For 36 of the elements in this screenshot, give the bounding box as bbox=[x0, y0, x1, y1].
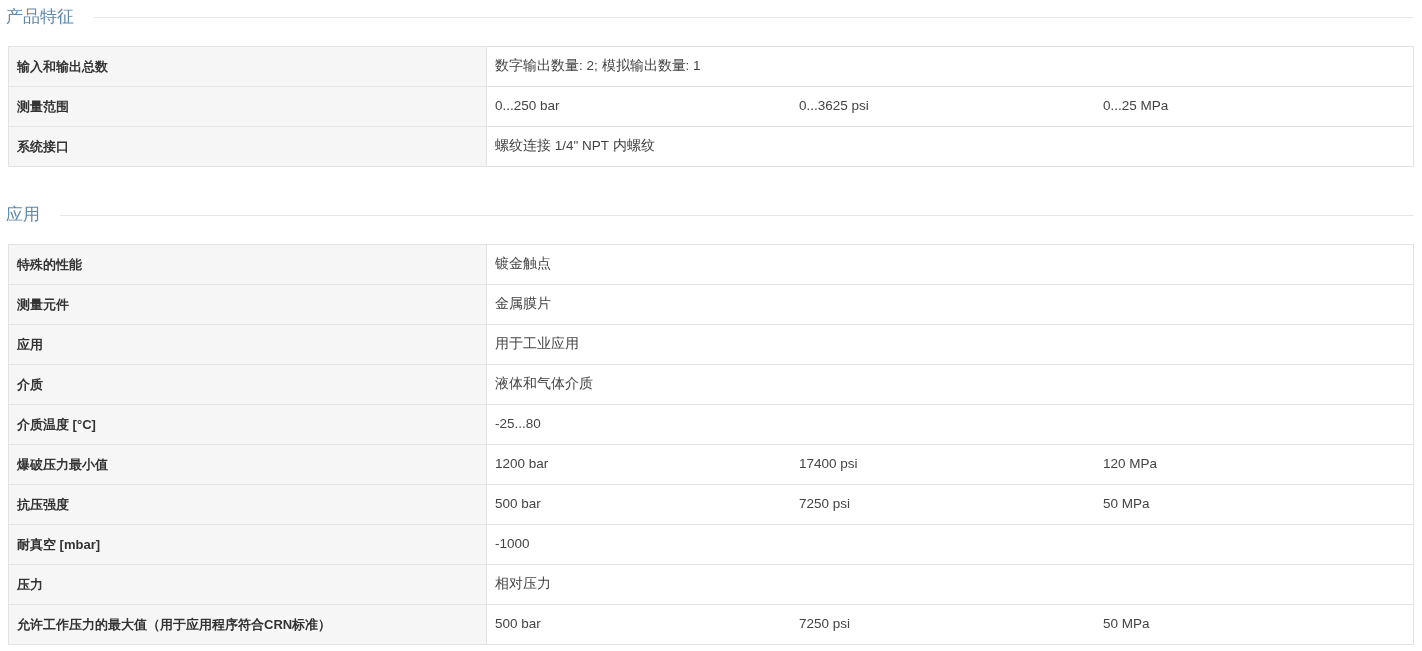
spec-label-cell: 爆破压力最小值 bbox=[9, 445, 487, 484]
spec-label-cell: 测量范围 bbox=[9, 87, 487, 126]
spec-value-cell-text: 500 bar bbox=[495, 615, 542, 634]
spec-value-cell-text: 液体和气体介质 bbox=[495, 375, 593, 394]
spec-label-cell: 输入和输出总数 bbox=[9, 47, 487, 86]
spec-value-cell-text: 用于工业应用 bbox=[495, 335, 579, 354]
spec-value-cell-text: 0...3625 psi bbox=[799, 97, 870, 116]
spec-label-cell: 介质温度 [°C] bbox=[9, 405, 487, 444]
spec-value-cell-text: 螺纹连接 1/4" NPT 内螺纹 bbox=[495, 137, 655, 156]
spec-value-cell-text: 50 MPa bbox=[1103, 615, 1151, 634]
spec-label-cell: 测量元件 bbox=[9, 285, 487, 324]
spec-value-cell-text: 120 MPa bbox=[1103, 455, 1159, 474]
spec-value-cell-text: 1200 bar bbox=[495, 455, 550, 474]
spec-label-cell: 应用 bbox=[9, 325, 487, 364]
spec-value-cell-text: 7250 psi bbox=[799, 495, 852, 514]
spec-value-cell-text: 7250 psi bbox=[799, 615, 852, 634]
spec-label-cell: 系统接口 bbox=[9, 127, 487, 166]
spec-label-cell: 抗压强度 bbox=[9, 485, 487, 524]
spec-value-cell-text: 50 MPa bbox=[1103, 495, 1151, 514]
spec-value-cell-text: -1000 bbox=[495, 535, 530, 554]
section-heading: 应用 bbox=[6, 204, 41, 227]
spec-label-cell: 允许工作压力的最大值（用于应用程序符合CRN标准） bbox=[9, 605, 487, 644]
spec-value-cell-text: 0...25 MPa bbox=[1103, 97, 1170, 116]
spec-value-cell-text: 相对压力 bbox=[495, 575, 551, 594]
spec-value-cell-text: 17400 psi bbox=[799, 455, 859, 474]
spec-label-cell: 压力 bbox=[9, 565, 487, 604]
spec-value-cell-text: -25...80 bbox=[495, 415, 541, 434]
spec-label-cell: 耐真空 [mbar] bbox=[9, 525, 487, 564]
spec-value-cell-text: 数字输出数量: 2; 模拟输出数量: 1 bbox=[495, 57, 701, 76]
spec-value-cell-text: 500 bar bbox=[495, 495, 542, 514]
spec-label-cell: 介质 bbox=[9, 365, 487, 404]
spec-value-cell-text: 金属膜片 bbox=[495, 295, 551, 314]
spec-value-cell-text: 镀金触点 bbox=[495, 255, 551, 274]
section-heading: 产品特征 bbox=[6, 6, 75, 29]
spec-value-cell-text: 0...250 bar bbox=[495, 97, 561, 116]
spec-label-cell: 特殊的性能 bbox=[9, 245, 487, 284]
